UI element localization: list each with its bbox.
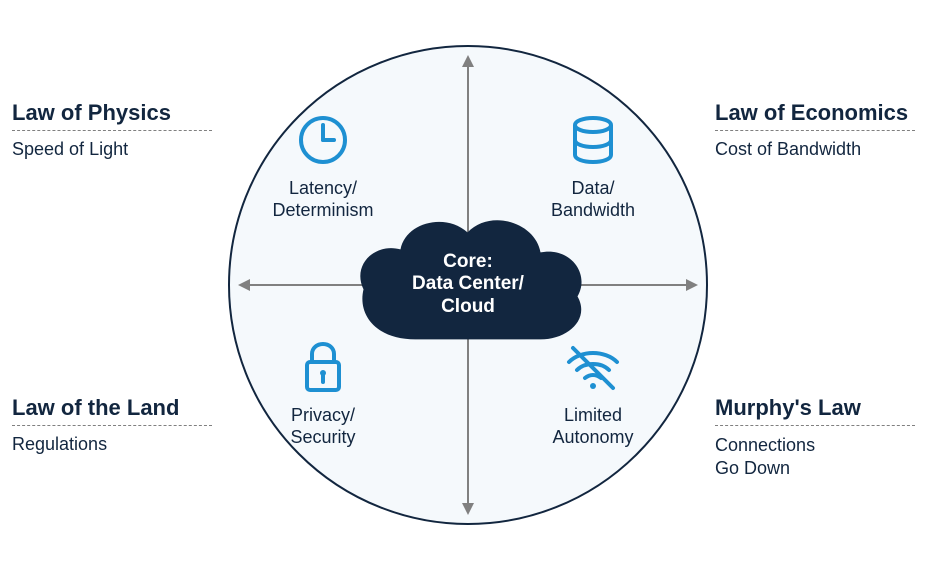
murphy-sub1: Connections — [715, 435, 815, 455]
outer-label-economics: Law of Economics Cost of Bandwidth — [715, 100, 915, 160]
outer-label-murphy: Murphy's Law Connections Go Down — [715, 395, 915, 481]
core-line3: Cloud — [441, 296, 495, 317]
land-title: Law of the Land — [12, 395, 212, 421]
outer-label-physics: Law of Physics Speed of Light — [12, 100, 212, 160]
privacy-label2: Security — [290, 427, 355, 447]
diagram-stage: Law of Physics Speed of Light Law of Eco… — [0, 0, 936, 570]
clock-icon — [238, 108, 408, 172]
core-cloud: Core: Data Center/ Cloud — [346, 204, 591, 359]
divider — [715, 425, 915, 426]
land-sub: Regulations — [12, 434, 212, 455]
autonomy-label2: Autonomy — [552, 427, 633, 447]
economics-title: Law of Economics — [715, 100, 915, 126]
divider — [12, 130, 212, 131]
physics-sub: Speed of Light — [12, 139, 212, 160]
outer-label-land: Law of the Land Regulations — [12, 395, 212, 455]
core-text: Core: Data Center/ Cloud — [412, 251, 524, 319]
core-line2: Data Center/ — [412, 274, 524, 295]
privacy-label1: Privacy/ — [291, 405, 355, 425]
autonomy-label1: Limited — [564, 405, 622, 425]
murphy-title: Murphy's Law — [715, 395, 915, 421]
murphy-sub2: Go Down — [715, 458, 790, 478]
murphy-sub: Connections Go Down — [715, 434, 915, 481]
database-icon — [508, 108, 678, 172]
core-line1: Core: — [443, 251, 493, 272]
divider — [715, 130, 915, 131]
economics-sub: Cost of Bandwidth — [715, 139, 915, 160]
divider — [12, 425, 212, 426]
latency-label1: Latency/ — [289, 178, 357, 198]
physics-title: Law of Physics — [12, 100, 212, 126]
data-label1: Data/ — [571, 178, 614, 198]
